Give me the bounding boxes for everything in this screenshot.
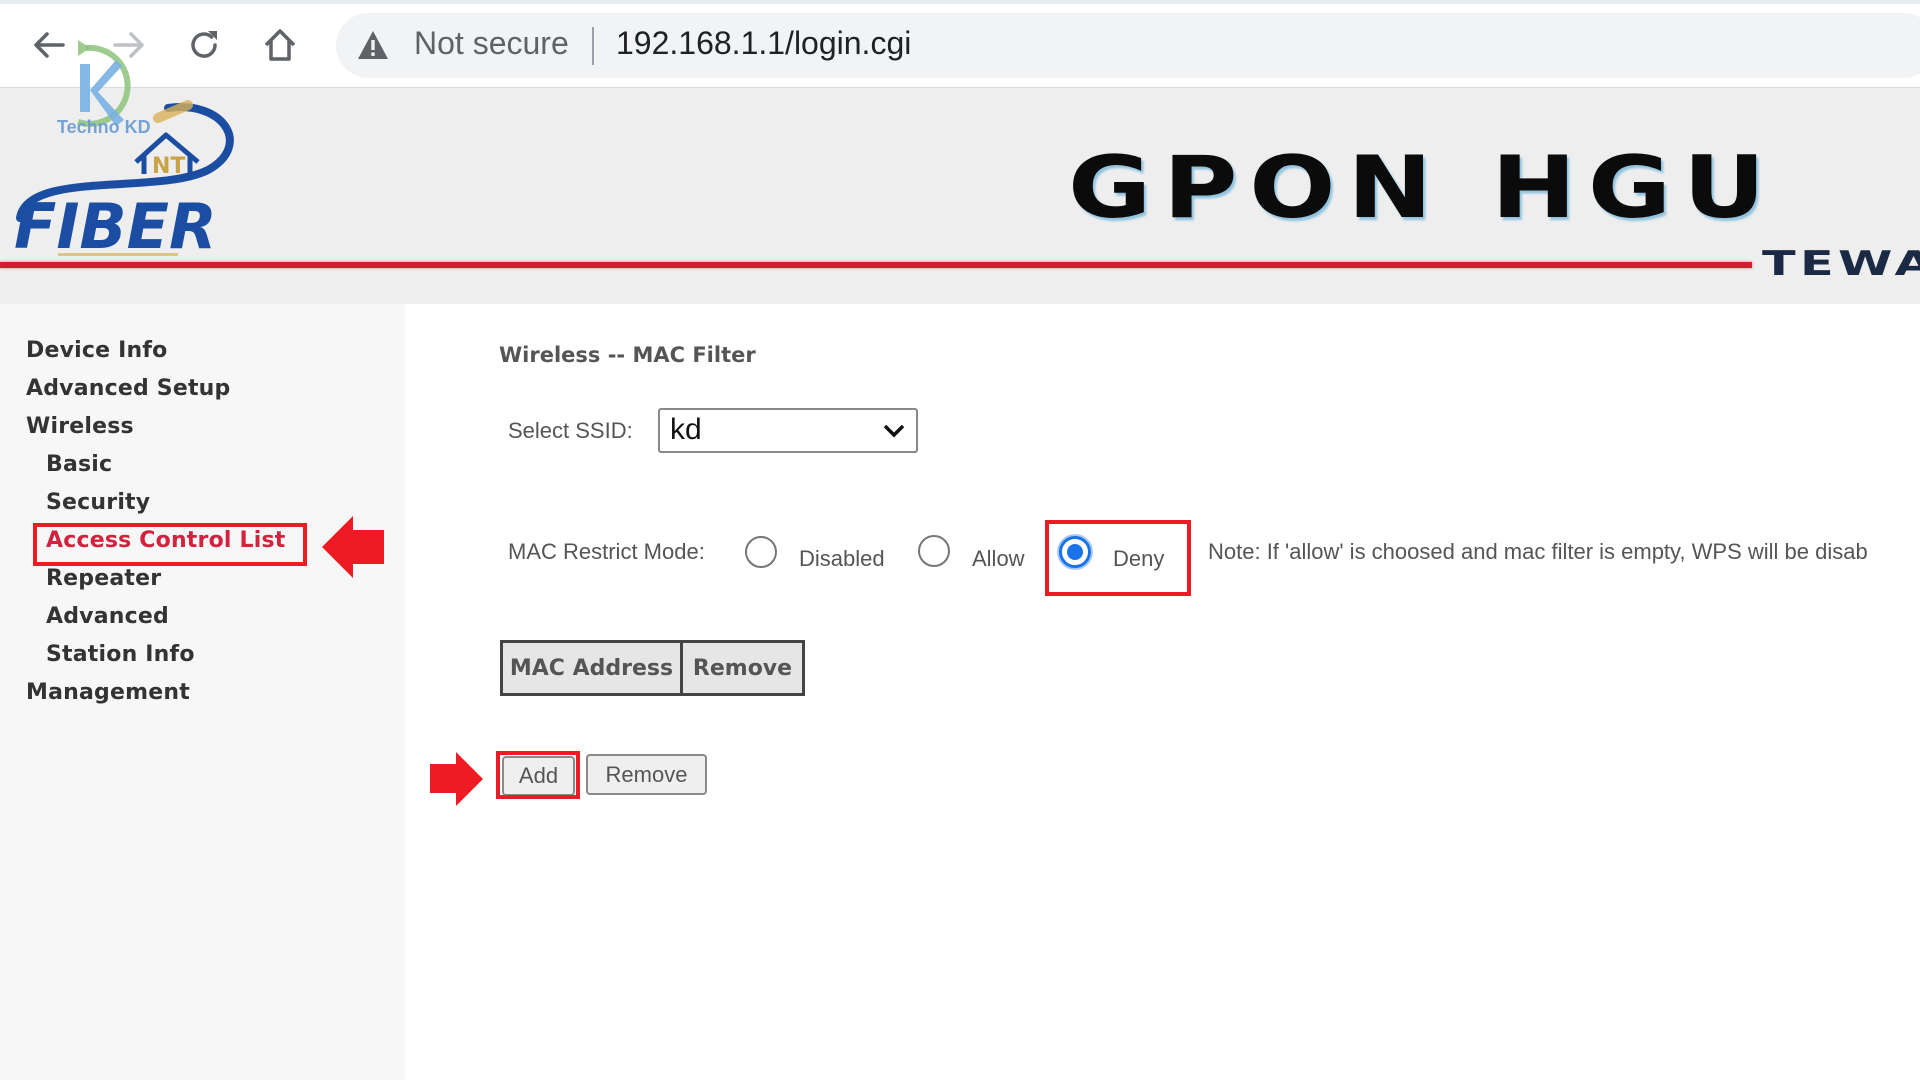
sidebar-item-advanced[interactable]: Advanced <box>46 604 169 629</box>
page-title: Wireless -- MAC Filter <box>499 343 756 367</box>
add-highlight-box <box>496 751 580 799</box>
chevron-down-icon <box>883 424 905 438</box>
radio-disabled[interactable] <box>745 536 777 568</box>
table-header-remove: Remove <box>692 655 793 681</box>
radio-disabled-label[interactable]: Disabled <box>799 546 885 572</box>
browser-toolbar: Not secure 192.168.1.1/login.cgi <box>0 0 1920 88</box>
sidebar-item-repeater[interactable]: Repeater <box>46 566 161 591</box>
logo-badge: NT <box>152 154 185 179</box>
ssid-select[interactable]: kd <box>658 408 918 453</box>
arrow-left-annotation-icon <box>322 516 384 578</box>
deny-highlight-box <box>1045 520 1191 596</box>
security-status[interactable]: Not secure <box>414 25 569 62</box>
sidebar-item-advanced-setup[interactable]: Advanced Setup <box>26 376 231 401</box>
radio-allow-label[interactable]: Allow <box>972 546 1025 572</box>
logo-text: FIBER <box>14 190 217 260</box>
arrow-right-annotation-icon <box>430 752 483 806</box>
wps-note: Note: If 'allow' is choosed and mac filt… <box>1208 539 1868 564</box>
arrow-left-icon <box>34 32 65 58</box>
reload-icon <box>191 31 217 58</box>
ssid-value: kd <box>670 413 702 446</box>
home-button[interactable] <box>257 22 303 68</box>
radio-allow[interactable] <box>918 535 950 567</box>
sidebar-item-wireless[interactable]: Wireless <box>26 414 134 439</box>
warning-triangle-icon[interactable] <box>356 29 390 61</box>
product-title: GPON HGU <box>1068 138 1778 238</box>
address-bar[interactable]: Not secure 192.168.1.1/login.cgi <box>336 13 1920 78</box>
forward-button[interactable] <box>106 22 152 68</box>
sidebar-item-device-info[interactable]: Device Info <box>26 338 167 363</box>
acl-highlight-box <box>33 523 307 566</box>
back-button[interactable] <box>26 22 72 68</box>
remove-button[interactable]: Remove <box>586 754 707 795</box>
sidebar-item-management[interactable]: Management <box>26 680 190 705</box>
brand-subtitle: TEWA <box>1762 244 1920 284</box>
mac-filter-table: MAC Address Remove <box>500 640 805 696</box>
sidebar-item-security[interactable]: Security <box>46 490 150 515</box>
ssid-label: Select SSID: <box>508 418 633 443</box>
omnibox-divider <box>592 27 594 65</box>
home-icon <box>264 29 296 61</box>
sidebar-item-basic[interactable]: Basic <box>46 452 112 477</box>
arrow-right-icon <box>113 32 144 58</box>
url-text[interactable]: 192.168.1.1/login.cgi <box>616 25 911 62</box>
header-divider <box>0 262 1752 268</box>
tab-strip-edge <box>0 0 1920 4</box>
sidebar-item-station-info[interactable]: Station Info <box>46 642 195 667</box>
table-header-mac-address: MAC Address <box>503 643 683 693</box>
reload-button[interactable] <box>181 22 227 68</box>
watermark-text: Techno KD <box>57 117 151 137</box>
restrict-mode-label: MAC Restrict Mode: <box>508 539 705 564</box>
